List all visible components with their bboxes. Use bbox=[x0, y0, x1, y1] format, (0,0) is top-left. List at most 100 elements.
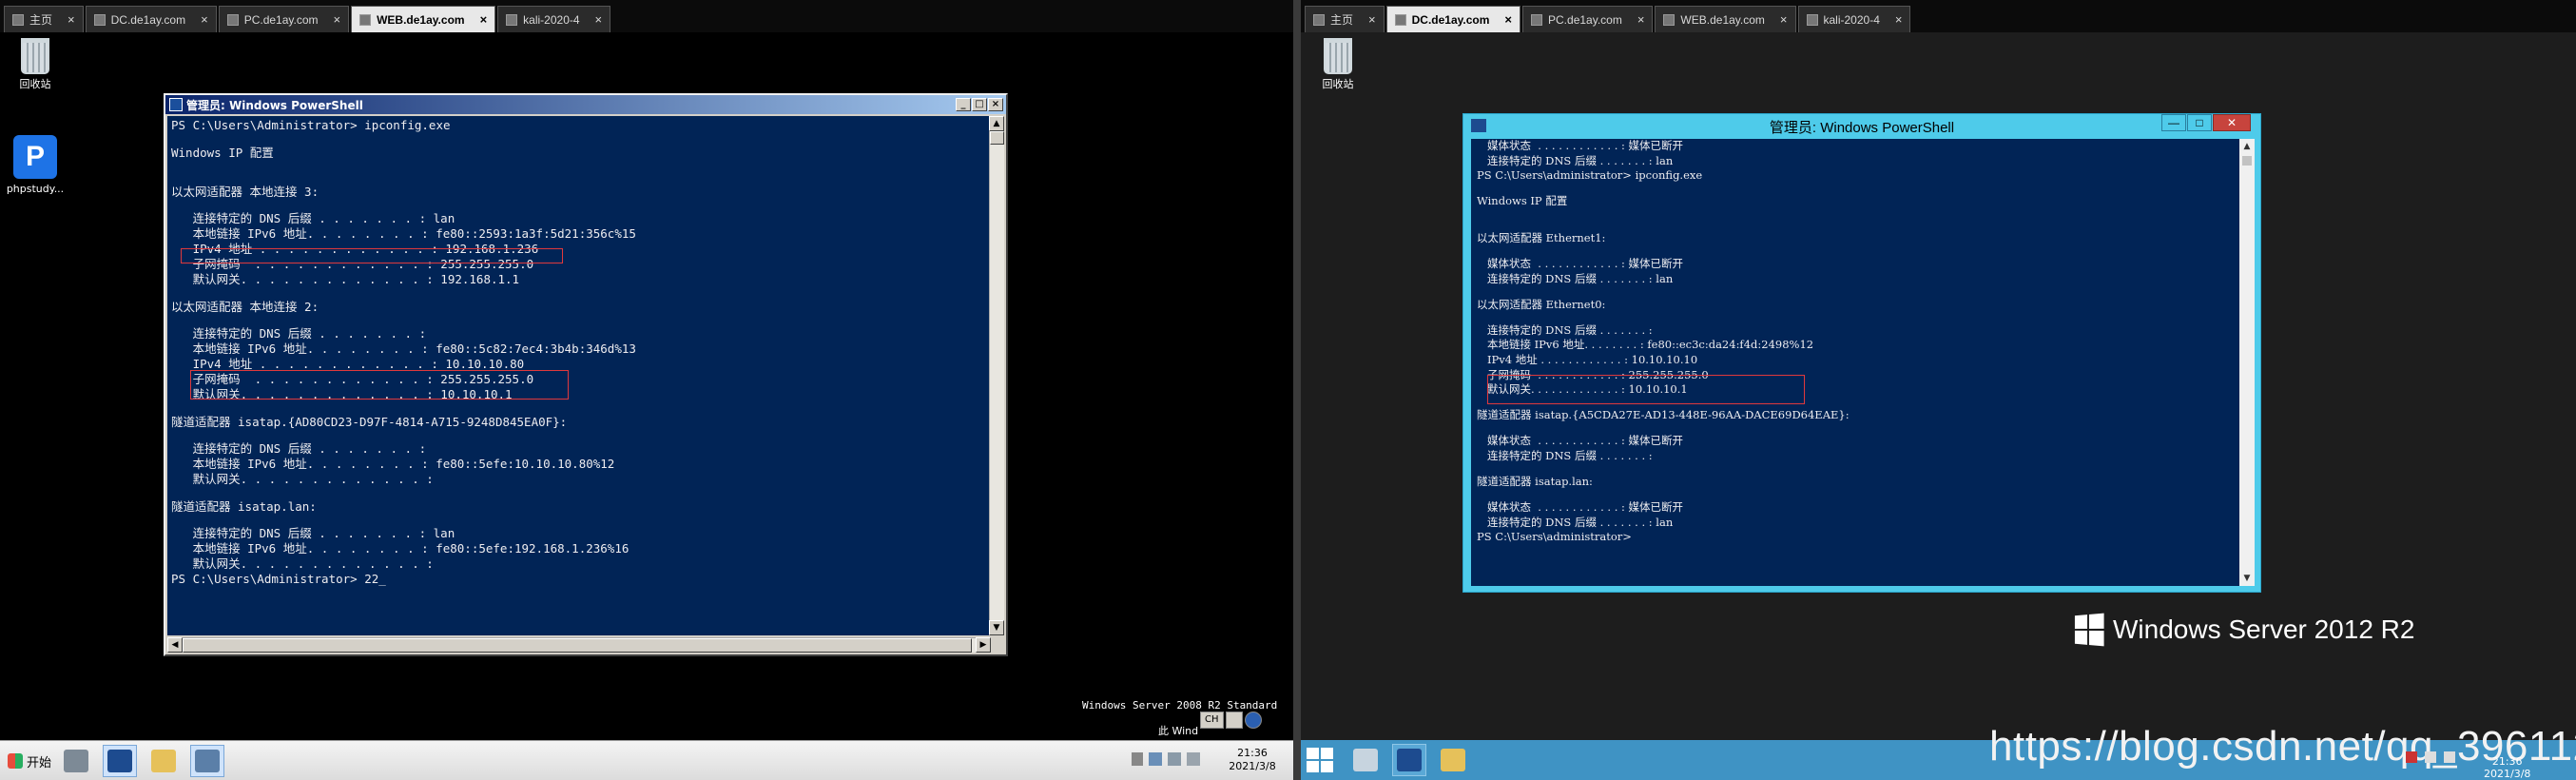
tab-1[interactable]: DC.de1ay.com × bbox=[85, 6, 217, 32]
recycle-bin-shortcut[interactable]: 回收站 bbox=[2, 38, 68, 91]
language-indicator[interactable]: CH bbox=[1200, 712, 1224, 729]
language-bar[interactable]: CH bbox=[1200, 712, 1262, 729]
scroll-thumb-h[interactable] bbox=[183, 638, 972, 653]
powershell-title-bar[interactable]: 管理员: Windows PowerShell — □ ✕ bbox=[1463, 114, 2260, 139]
windows-flag-icon bbox=[8, 753, 23, 769]
flag-tray-icon[interactable] bbox=[2406, 751, 2417, 763]
phpstudy-shortcut[interactable]: P phpstudy... bbox=[2, 135, 68, 195]
network-taskbar-button[interactable] bbox=[190, 745, 224, 777]
powershell-taskbar-button[interactable] bbox=[103, 745, 137, 777]
network-tray-icon[interactable] bbox=[2425, 751, 2436, 763]
console-line: PS C:\Users\Administrator> 22_ bbox=[171, 572, 386, 586]
scroll-up-arrow[interactable]: ▲ bbox=[2239, 139, 2255, 154]
console-line: 媒体状态 . . . . . . . . . . . . : 媒体已断开 bbox=[1477, 500, 1684, 515]
scroll-thumb[interactable] bbox=[2242, 156, 2252, 166]
tab-close-icon[interactable]: × bbox=[68, 12, 75, 27]
tab-4[interactable]: kali-2020-4 × bbox=[497, 6, 611, 32]
tab-label: 主页 bbox=[1330, 13, 1354, 27]
minimize-button[interactable]: — bbox=[2161, 114, 2186, 131]
maximize-button[interactable]: □ bbox=[2187, 114, 2212, 131]
recycle-bin-shortcut-2012[interactable]: 回收站 bbox=[1305, 38, 1371, 91]
explorer-taskbar-button[interactable] bbox=[146, 745, 181, 777]
powershell-title-bar[interactable]: 管理员: Windows PowerShell _ □ × bbox=[165, 95, 1006, 114]
start-button[interactable]: 开始 bbox=[2, 747, 57, 775]
scroll-right-arrow[interactable]: ▶ bbox=[976, 637, 991, 653]
tab-0[interactable]: 主页 × bbox=[4, 6, 84, 32]
minimize-button[interactable]: _ bbox=[956, 98, 971, 111]
tab-close-icon[interactable]: × bbox=[201, 12, 208, 27]
vertical-scrollbar[interactable]: ▲ ▼ bbox=[989, 116, 1004, 635]
console-line: 以太网适配器 Ethernet0: bbox=[1477, 297, 1606, 311]
taskbar-clock[interactable]: 21:36 2021/3/8 bbox=[1219, 747, 1286, 773]
scroll-down-arrow[interactable]: ▼ bbox=[2239, 571, 2255, 586]
os-brand-text: Windows Server 2012 R2 bbox=[2113, 614, 2415, 644]
tab-close-icon[interactable]: × bbox=[1895, 12, 1903, 27]
volume-tray-icon[interactable] bbox=[2444, 751, 2455, 763]
powershell-taskbar-button[interactable] bbox=[1392, 744, 1426, 776]
tab-3[interactable]: WEB.de1ay.com × bbox=[351, 6, 496, 32]
close-button[interactable]: × bbox=[988, 98, 1003, 111]
close-button[interactable]: ✕ bbox=[2213, 114, 2251, 131]
console-line: 连接特定的 DNS 后缀 . . . . . . . : bbox=[1477, 322, 1653, 337]
vertical-scrollbar[interactable]: ▲ ▼ bbox=[2239, 139, 2255, 586]
tab-close-icon[interactable]: × bbox=[1368, 12, 1376, 27]
powershell-window-2012[interactable]: 管理员: Windows PowerShell — □ ✕ 媒体状态 . . .… bbox=[1462, 113, 2261, 593]
tab-close-icon[interactable]: × bbox=[480, 12, 488, 27]
server-manager-taskbar-button[interactable] bbox=[1348, 744, 1383, 776]
console-line: 默认网关. . . . . . . . . . . . . : 192.168.… bbox=[171, 272, 520, 286]
tray-arrow-icon[interactable] bbox=[1132, 752, 1143, 766]
powershell-icon bbox=[169, 98, 183, 111]
console-line: 子网掩码 . . . . . . . . . . . . : 255.255.2… bbox=[1477, 367, 1709, 381]
scroll-left-arrow[interactable]: ◀ bbox=[167, 637, 183, 653]
tab-close-icon[interactable]: × bbox=[1637, 12, 1645, 27]
server-manager-taskbar-button[interactable] bbox=[59, 745, 93, 777]
console-line: 隧道适配器 isatap.{A5CDA27E-AD13-448E-96AA-DA… bbox=[1477, 408, 1850, 422]
folder-icon bbox=[151, 750, 176, 772]
powershell-window-2008[interactable]: 管理员: Windows PowerShell _ □ × PS C:\User… bbox=[164, 93, 1008, 656]
horizontal-scrollbar[interactable]: ◀ ▶ bbox=[167, 637, 991, 653]
tab-1[interactable]: DC.de1ay.com × bbox=[1385, 6, 1521, 32]
powershell-console[interactable]: 媒体状态 . . . . . . . . . . . . : 媒体已断开 连接特… bbox=[1471, 139, 2239, 586]
maximize-button[interactable]: □ bbox=[972, 98, 987, 111]
scroll-up-arrow[interactable]: ▲ bbox=[989, 116, 1004, 131]
console-line: 媒体状态 . . . . . . . . . . . . : 媒体已断开 bbox=[1477, 256, 1684, 270]
left-vm-pane: 主页 × DC.de1ay.com × PC.de1ay.com × WEB.de1ay.c… bbox=[0, 0, 1293, 780]
help-icon[interactable] bbox=[1244, 712, 1262, 729]
tab-close-icon[interactable]: × bbox=[334, 12, 341, 27]
os-watermark-build: 此 Wind bbox=[1158, 725, 1199, 737]
tab-label: kali-2020-4 bbox=[523, 12, 580, 27]
powershell-console[interactable]: PS C:\Users\Administrator> ipconfig.exe W… bbox=[167, 116, 991, 635]
scroll-down-arrow[interactable]: ▼ bbox=[989, 620, 1004, 635]
explorer-taskbar-button[interactable] bbox=[1436, 744, 1470, 776]
keyboard-icon[interactable] bbox=[1225, 712, 1243, 729]
network-tray-icon[interactable] bbox=[1168, 752, 1181, 766]
volume-tray-icon[interactable] bbox=[1187, 752, 1200, 766]
vm-tab-icon bbox=[1531, 13, 1543, 26]
start-button[interactable] bbox=[1307, 748, 1333, 772]
tab-close-icon[interactable]: × bbox=[1780, 12, 1788, 27]
scroll-thumb[interactable] bbox=[990, 131, 1004, 145]
server-manager-icon bbox=[64, 750, 88, 772]
console-line: Windows IP 配置 bbox=[1477, 194, 1568, 208]
taskbar-clock-2012[interactable]: 21:36 2021/3/8 bbox=[2484, 755, 2530, 780]
console-line: IPv4 地址 . . . . . . . . . . . . : 10.10.… bbox=[171, 357, 525, 371]
tab-4[interactable]: kali-2020-4 × bbox=[1797, 6, 1911, 32]
folder-icon bbox=[1441, 749, 1465, 771]
tab-close-icon[interactable]: × bbox=[1504, 12, 1512, 27]
clock-date: 2021/3/8 bbox=[1229, 760, 1276, 772]
tab-0[interactable]: 主页 × bbox=[1305, 6, 1385, 32]
console-line: 默认网关. . . . . . . . . . . . . : bbox=[171, 472, 434, 486]
pane-divider[interactable] bbox=[1293, 0, 1301, 780]
tab-2[interactable]: PC.de1ay.com × bbox=[1522, 6, 1654, 32]
tab-2[interactable]: PC.de1ay.com × bbox=[218, 6, 350, 32]
tab-close-icon[interactable]: × bbox=[595, 12, 603, 27]
vm-tab-icon bbox=[93, 13, 106, 26]
tab-3[interactable]: WEB.de1ay.com × bbox=[1655, 6, 1796, 32]
flag-tray-icon[interactable] bbox=[1149, 752, 1162, 766]
